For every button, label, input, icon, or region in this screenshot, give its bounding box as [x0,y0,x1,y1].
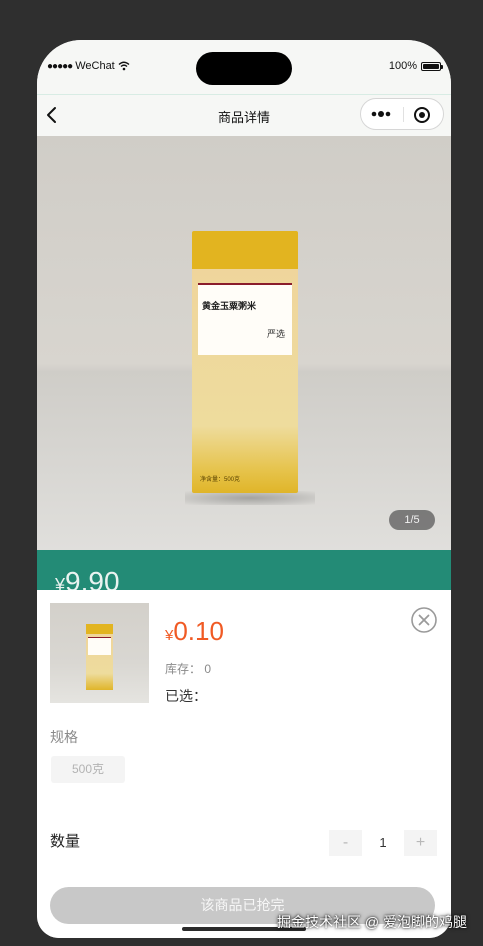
spec-option-500g[interactable]: 500克 [51,756,125,783]
dynamic-island [196,52,292,85]
sku-thumbnail [50,603,149,703]
more-dots-icon[interactable] [370,107,394,121]
sku-price: ¥0.10 [165,614,224,653]
sku-sheet: ¥0.10 库存： 0 已选： 规格 500克 数量 - 1 + 该商品已抢完 [37,590,451,938]
sku-price-value: 0.10 [173,616,224,646]
capsule-divider [403,107,404,122]
band-price: ¥9.90 [55,565,120,590]
bag-seal [192,231,298,269]
bag-label: 黄金玉粟粥米 严选 [198,283,292,355]
close-circle-icon[interactable] [411,607,437,633]
phone-frame: ●●●●● WeChat 100% 商品详情 黄金玉粟粥米 严选 净含量：500… [37,40,451,938]
record-icon[interactable] [413,106,431,124]
carrier-name: WeChat [75,60,115,72]
wifi-icon [118,61,130,71]
status-left: ●●●●● WeChat [47,60,130,72]
battery-icon [421,61,443,71]
thumbnail-label [88,637,111,655]
battery-percent: 100% [388,60,417,72]
status-bar: ●●●●● WeChat 100% [37,40,451,94]
band-price-value: 9.90 [65,566,120,590]
bag-label-brand: 严选 [266,329,285,339]
price-band: ¥9.90 [37,550,451,590]
mini-program-capsule [360,98,444,130]
spec-label: 规格 [50,729,78,745]
selected-text: 已选： [165,688,207,704]
product-shadow [185,491,315,505]
quantity-input[interactable]: 1 [363,830,403,856]
gallery-page-indicator: 1/5 [389,510,435,530]
stock-text: 库存： 0 [165,662,212,676]
quantity-decrease-button[interactable]: - [329,830,362,856]
product-image: 黄金玉粟粥米 严选 净含量：500克 [192,231,298,493]
quantity-label: 数量 [50,833,81,850]
nav-bar: 商品详情 [37,94,451,136]
band-currency: ¥ [55,575,66,590]
status-right: 100% [388,60,443,72]
watermark: 掘金技术社区 @ 爱泡脚的鸡腿 [277,914,467,930]
quantity-increase-button[interactable]: + [404,830,437,856]
signal-icon: ●●●●● [47,60,73,72]
thumbnail-bag [86,624,113,690]
bag-label-name: 黄金玉粟粥米 [202,301,257,311]
bag-weight: 净含量：500克 [200,477,241,483]
product-image-gallery[interactable]: 黄金玉粟粥米 严选 净含量：500克 1/5 [37,136,451,550]
